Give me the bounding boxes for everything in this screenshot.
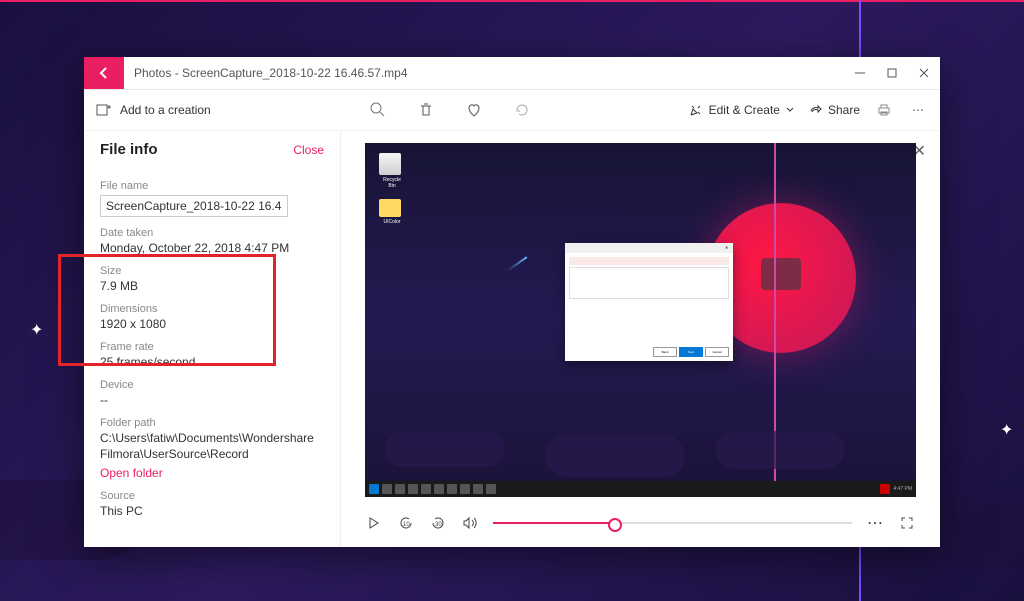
folder-value: C:\Users\fatiw\Documents\Wondershare Fil…: [100, 431, 324, 462]
add-to-creation-button[interactable]: Add to a creation: [120, 103, 211, 117]
open-folder-link[interactable]: Open folder: [100, 466, 324, 480]
minimize-button[interactable]: [844, 57, 876, 89]
photos-app-window: Photos - ScreenCapture_2018-10-22 16.46.…: [84, 57, 940, 547]
dimensions-label: Dimensions: [100, 303, 324, 315]
preview-taskbar: 4:47 PM: [365, 481, 916, 497]
more-icon[interactable]: ⋯: [908, 100, 928, 120]
dimensions-value: 1920 x 1080: [100, 317, 324, 331]
source-value: This PC: [100, 504, 324, 518]
size-label: Size: [100, 265, 324, 277]
skip-forward-30-button[interactable]: 30: [429, 514, 447, 532]
filename-field[interactable]: [100, 195, 288, 217]
desktop-folder: UIColor: [379, 199, 405, 231]
date-label: Date taken: [100, 227, 324, 239]
device-label: Device: [100, 379, 324, 391]
play-button[interactable]: [365, 514, 383, 532]
skip-back-10-button[interactable]: 10: [397, 514, 415, 532]
framerate-label: Frame rate: [100, 341, 324, 353]
filename-label: File name: [100, 180, 324, 192]
close-window-button[interactable]: [908, 57, 940, 89]
svg-text:10: 10: [403, 522, 410, 528]
favorite-icon[interactable]: [464, 100, 484, 120]
date-value: Monday, October 22, 2018 4:47 PM: [100, 241, 324, 255]
more-controls-button[interactable]: ⋯: [866, 514, 884, 532]
print-icon[interactable]: [874, 100, 894, 120]
meteor-decoration: [507, 256, 528, 271]
maximize-button[interactable]: [876, 57, 908, 89]
fullscreen-button[interactable]: [898, 514, 916, 532]
framerate-value: 25 frames/second: [100, 355, 324, 369]
delete-icon[interactable]: [416, 100, 436, 120]
titlebar: Photos - ScreenCapture_2018-10-22 16.46.…: [84, 57, 940, 90]
chevron-down-icon: [786, 106, 794, 114]
video-preview[interactable]: Recycle Bin UIColor ✕ BackNextCancel: [365, 143, 916, 497]
back-button[interactable]: [84, 57, 124, 89]
volume-button[interactable]: [461, 514, 479, 532]
file-info-panel: File info Close File name Date taken Mon…: [84, 131, 341, 547]
seek-bar[interactable]: [493, 522, 852, 524]
edit-create-button[interactable]: Edit & Create: [689, 103, 794, 117]
main-area: ✕ Recycle Bin UIColor ✕ B: [341, 131, 940, 547]
toolbar: Add to a creation Edit & Create Share ⋯: [84, 90, 940, 131]
source-label: Source: [100, 490, 324, 502]
folder-label: Folder path: [100, 417, 324, 429]
cassette-decoration: [761, 258, 801, 290]
playback-controls: 10 30 ⋯: [341, 505, 940, 547]
installer-dialog: ✕ BackNextCancel: [565, 243, 733, 361]
add-creation-icon: [96, 102, 112, 118]
panel-close-link[interactable]: Close: [293, 143, 324, 157]
rotate-icon[interactable]: [512, 100, 532, 120]
zoom-icon[interactable]: [368, 100, 388, 120]
desktop-recycle-bin: Recycle Bin: [379, 153, 405, 185]
window-title: Photos - ScreenCapture_2018-10-22 16.46.…: [124, 66, 844, 80]
panel-title: File info: [100, 141, 158, 158]
size-value: 7.9 MB: [100, 279, 324, 293]
share-button[interactable]: Share: [808, 103, 860, 117]
svg-text:30: 30: [435, 522, 442, 528]
device-value: --: [100, 393, 324, 407]
seek-thumb[interactable]: [608, 518, 622, 532]
